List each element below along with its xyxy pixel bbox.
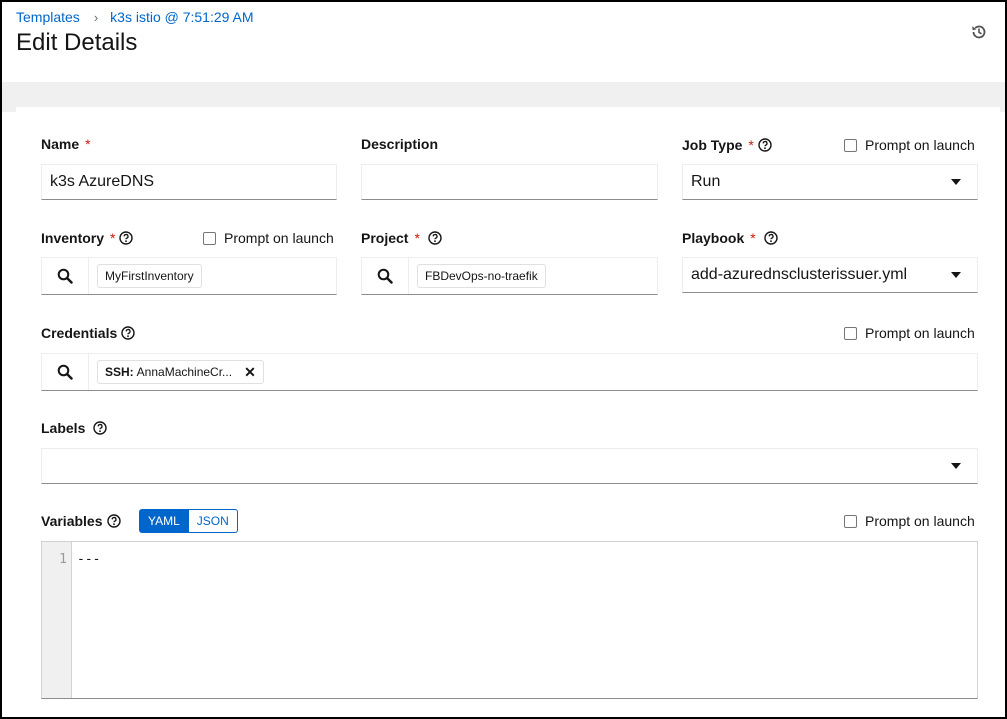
required-indicator: * [85, 136, 91, 152]
inventory-label: Inventory * [41, 230, 134, 246]
caret-down-icon [951, 463, 961, 469]
labels-select[interactable] [41, 448, 978, 484]
search-icon [377, 268, 393, 284]
history-icon [972, 25, 986, 39]
caret-down-icon [951, 179, 961, 185]
inventory-prompt-checkbox[interactable]: Prompt on launch [203, 230, 334, 246]
variables-code-editor[interactable]: 1 --- [41, 541, 978, 699]
labels-label: Labels [41, 420, 108, 436]
variables-mode-toggle: YAML JSON [139, 509, 238, 533]
search-icon [57, 268, 73, 284]
name-value: k3s AzureDNS [50, 173, 155, 190]
breadcrumb-templates-link[interactable]: Templates [16, 9, 80, 25]
description-label: Description [361, 136, 439, 152]
variables-label: Variables [41, 513, 121, 529]
required-indicator: * [748, 137, 754, 153]
job-type-label: Job Type * [682, 137, 772, 153]
credential-chip: SSH: AnnaMachineCr... ✕ [97, 360, 264, 384]
name-label: Name * [41, 136, 91, 152]
checkbox[interactable] [844, 326, 857, 340]
credentials-search-button[interactable] [42, 354, 89, 390]
credentials-prompt-checkbox[interactable]: Prompt on launch [844, 325, 975, 341]
name-input[interactable]: k3s AzureDNS [41, 164, 337, 200]
page-header: Templates › k3s istio @ 7:51:29 AM Edit … [2, 2, 1005, 82]
credentials-label: Credentials [41, 325, 135, 341]
playbook-select[interactable]: add-azurednsclusterissuer.yml [682, 257, 978, 293]
history-button[interactable] [967, 20, 991, 44]
search-icon [57, 364, 73, 380]
checkbox[interactable] [844, 138, 857, 152]
line-numbers: 1 [42, 542, 72, 698]
required-indicator: * [110, 230, 116, 246]
job-type-select[interactable]: Run [682, 164, 978, 200]
question-circle-icon[interactable] [428, 231, 442, 245]
credentials-lookup[interactable]: SSH: AnnaMachineCr... ✕ [41, 353, 978, 391]
breadcrumb-template-link[interactable]: k3s istio @ 7:51:29 AM [110, 9, 253, 25]
checkbox[interactable] [844, 514, 857, 528]
question-circle-icon[interactable] [764, 231, 778, 245]
inventory-lookup[interactable]: MyFirstInventory [41, 257, 337, 295]
project-search-button[interactable] [362, 258, 409, 294]
json-mode-button[interactable]: JSON [188, 509, 238, 533]
variables-prompt-checkbox[interactable]: Prompt on launch [844, 513, 975, 529]
breadcrumb: Templates › k3s istio @ 7:51:29 AM [16, 9, 254, 25]
app-window: Templates › k3s istio @ 7:51:29 AM Edit … [0, 0, 1007, 719]
question-circle-icon[interactable] [121, 326, 135, 340]
question-circle-icon[interactable] [119, 231, 134, 245]
caret-down-icon [951, 272, 961, 278]
times-icon[interactable]: ✕ [244, 364, 256, 381]
checkbox[interactable] [203, 231, 216, 245]
edit-form-card: Name * k3s AzureDNS Description Job Type *… [16, 107, 1000, 717]
project-label: Project * [361, 230, 442, 246]
project-lookup[interactable]: FBDevOps-no-traefik [361, 257, 658, 295]
project-chip: FBDevOps-no-traefik [417, 264, 546, 288]
required-indicator: * [414, 230, 420, 246]
code-content[interactable]: --- [72, 542, 100, 698]
question-circle-icon[interactable] [758, 138, 772, 152]
required-indicator: * [750, 230, 756, 246]
description-input[interactable] [361, 164, 658, 200]
question-circle-icon[interactable] [106, 514, 121, 528]
yaml-mode-button[interactable]: YAML [139, 509, 189, 533]
inventory-search-button[interactable] [42, 258, 89, 294]
playbook-label: Playbook * [682, 230, 778, 246]
question-circle-icon[interactable] [93, 421, 108, 435]
inventory-chip: MyFirstInventory [97, 264, 202, 288]
breadcrumb-separator-icon: › [93, 9, 99, 25]
job-type-prompt-checkbox[interactable]: Prompt on launch [844, 137, 975, 153]
page-title: Edit Details [16, 29, 138, 56]
